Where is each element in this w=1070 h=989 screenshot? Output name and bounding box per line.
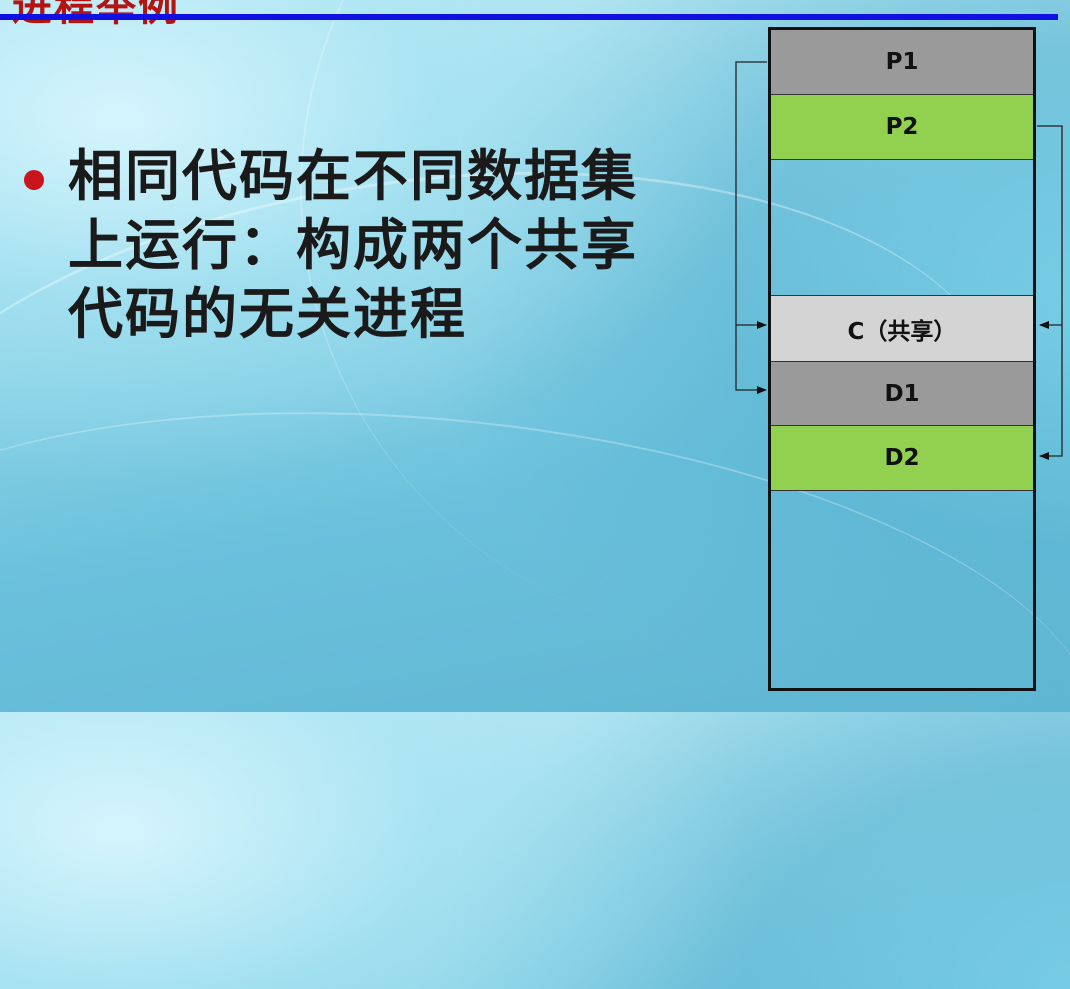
segment-free	[771, 160, 1033, 296]
bullet-dot-icon	[24, 170, 44, 190]
p2-to-c-arrow	[1037, 125, 1063, 329]
segment-p2: P2	[771, 95, 1033, 160]
memory-layout-diagram: P1 P2 C（共享） D1 D2	[768, 27, 1036, 691]
segment-p1: P1	[771, 30, 1033, 95]
p1-to-c-arrow	[735, 61, 767, 329]
bullet-text: 相同代码在不同数据集上运行：构成两个共享代码的无关进程	[68, 144, 639, 346]
p1-to-d1-arrow	[735, 325, 767, 394]
bullet-item: 相同代码在不同数据集上运行：构成两个共享代码的无关进程	[24, 142, 684, 349]
segment-free	[771, 491, 1033, 688]
title-underline	[0, 14, 1058, 20]
p2-to-d2-arrow	[1039, 325, 1063, 460]
segment-d1: D1	[771, 362, 1033, 426]
segment-d2: D2	[771, 426, 1033, 491]
segment-c-shared: C（共享）	[771, 296, 1033, 362]
